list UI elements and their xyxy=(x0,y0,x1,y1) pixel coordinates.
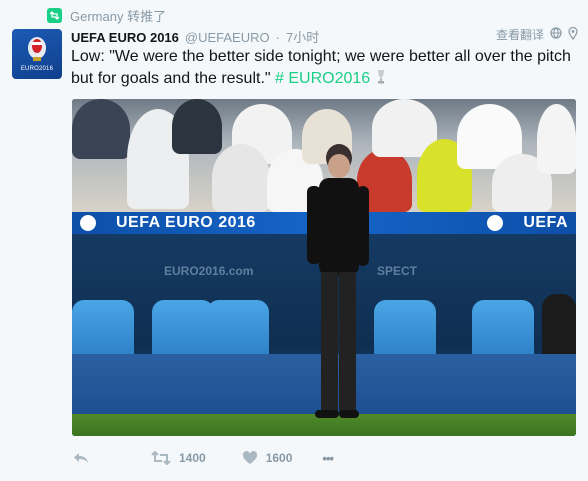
banner-text: UEFA EURO 2016 xyxy=(116,214,256,231)
like-count: 1600 xyxy=(265,451,293,465)
tweet-header: UEFA EURO 2016 @UEFAEURO · 7小时 xyxy=(71,27,319,45)
hashtag-link[interactable]: # EURO2016 xyxy=(275,70,370,87)
trophy-icon xyxy=(375,70,387,87)
retweet-badge-icon xyxy=(47,7,62,23)
retweet-context[interactable]: Germany 转推了 xyxy=(47,7,167,24)
tweet-tools: 查看翻译 xyxy=(496,26,578,43)
dugout-sign: EURO2016.com xyxy=(164,264,254,278)
tweet-card[interactable]: Germany 转推了 EURO2016 UEFA EURO 2016 @UEF… xyxy=(0,0,588,481)
more-button[interactable]: ••• xyxy=(322,450,334,466)
more-icon: ••• xyxy=(322,450,334,466)
account-name[interactable]: UEFA EURO 2016 xyxy=(71,30,179,45)
account-handle[interactable]: @UEFAEURO xyxy=(185,30,270,45)
retweet-icon xyxy=(151,451,171,465)
retweet-count: 1400 xyxy=(179,451,206,465)
tweet-text: Low: "We were the better side tonight; w… xyxy=(71,46,576,90)
retweet-context-label: Germany 转推了 xyxy=(70,8,167,24)
globe-icon[interactable] xyxy=(550,27,562,42)
timestamp[interactable]: 7小时 xyxy=(286,27,319,46)
retweet-button[interactable]: 1400 xyxy=(151,451,206,465)
dugout-seat xyxy=(72,300,134,360)
dugout-seat xyxy=(152,300,214,360)
dugout-seat xyxy=(374,300,436,360)
separator: · xyxy=(275,30,280,45)
avatar-label: EURO2016 xyxy=(20,66,54,72)
dugout-seat xyxy=(472,300,534,360)
reply-button[interactable] xyxy=(73,451,89,465)
ball-logo-icon xyxy=(80,215,96,231)
avatar[interactable]: EURO2016 xyxy=(12,29,62,79)
like-button[interactable]: 1600 xyxy=(242,451,293,465)
banner-text-right: UEFA xyxy=(523,214,568,231)
location-pin-icon[interactable] xyxy=(568,26,578,43)
translate-link[interactable]: 查看翻译 xyxy=(496,26,544,43)
ball-logo-icon-right xyxy=(487,215,504,231)
tweet-photo[interactable]: UEFA EURO 2016 UEFA EURO2016.com SPECT xyxy=(72,99,576,436)
reply-icon xyxy=(74,453,88,463)
tweet-actions: 1400 1600 ••• xyxy=(73,449,334,467)
dugout-sign-right: SPECT xyxy=(377,264,418,278)
heart-icon xyxy=(242,451,257,464)
dugout-seat xyxy=(207,300,269,360)
coach-figure xyxy=(307,144,369,418)
